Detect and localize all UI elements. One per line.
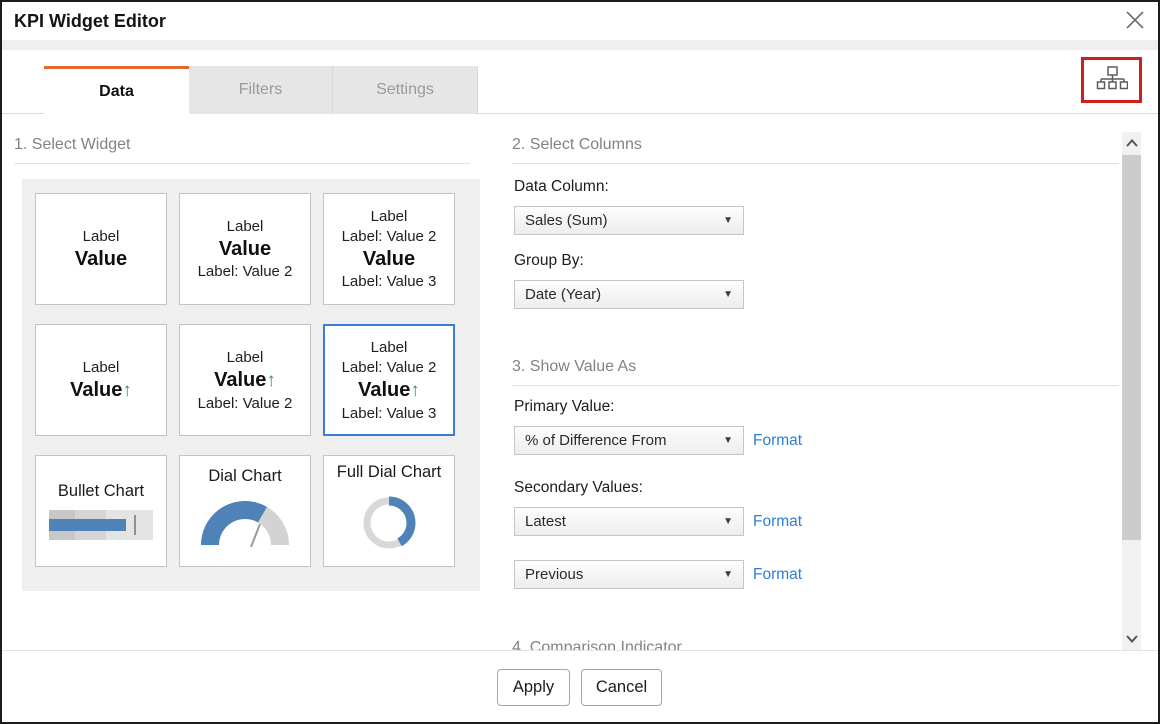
tile-label-value[interactable]: Label Value	[35, 193, 167, 305]
up-arrow-icon: ↑	[266, 370, 276, 391]
tile-label-value-2values[interactable]: Label Value Label: Value 2	[179, 193, 311, 305]
chevron-down-icon	[1126, 630, 1138, 648]
tile-label-value-indicator[interactable]: Label Value↑	[35, 324, 167, 436]
tile-bullet-chart[interactable]: Bullet Chart	[35, 455, 167, 567]
title-bar: KPI Widget Editor	[2, 2, 1158, 40]
tile-label-text: Label	[83, 228, 120, 245]
widget-tile-panel: Label Value Label Value Label: Value 2 L…	[22, 179, 480, 591]
tile-3values-indicator-selected[interactable]: Label Label: Value 2 Value↑ Label: Value…	[323, 324, 455, 436]
primary-value-dropdown[interactable]: % of Difference From ▼	[514, 426, 744, 455]
donut-gauge-icon	[357, 491, 421, 560]
tab-bar: Data Filters Settings	[2, 66, 1158, 114]
secondary-format-link-2[interactable]: Format	[753, 566, 802, 584]
select-columns-heading: 2. Select Columns	[512, 136, 1119, 164]
up-arrow-icon: ↑	[122, 380, 132, 401]
group-by-value: Date (Year)	[525, 286, 601, 303]
scrollbar-up-button[interactable]	[1122, 132, 1141, 154]
tile-chart-title: Full Dial Chart	[337, 463, 442, 482]
chevron-down-icon: ▼	[723, 435, 733, 446]
tile-sub-text: Label: Value 2	[342, 359, 437, 376]
tile-value-text: Value↑	[358, 379, 420, 402]
tile-label-text: Label	[83, 359, 120, 376]
tile-label-text: Label	[371, 208, 408, 225]
primary-value-label: Primary Value:	[514, 398, 615, 416]
comparison-indicator-heading-clipped: 4. Comparison Indicator	[512, 639, 1119, 650]
tab-data-label: Data	[99, 83, 134, 101]
hierarchy-button-highlighted[interactable]	[1081, 57, 1142, 103]
primary-value-value: % of Difference From	[525, 432, 666, 449]
secondary-value-2: Previous	[525, 566, 583, 583]
group-by-dropdown[interactable]: Date (Year) ▼	[514, 280, 744, 309]
bullet-chart-icon	[49, 510, 153, 540]
secondary-values-label: Secondary Values:	[514, 479, 643, 497]
tile-sub-text: Label: Value 3	[342, 273, 437, 290]
data-column-label: Data Column:	[514, 178, 609, 196]
scrollbar-down-button[interactable]	[1122, 628, 1141, 650]
tab-filters[interactable]: Filters	[189, 66, 333, 114]
chevron-down-icon: ▼	[723, 289, 733, 300]
dialog-title: KPI Widget Editor	[14, 11, 166, 32]
cancel-button[interactable]: Cancel	[581, 669, 662, 706]
chevron-down-icon: ▼	[723, 516, 733, 527]
primary-format-link[interactable]: Format	[753, 432, 802, 450]
tile-label-text: Label	[371, 339, 408, 356]
tile-label-value-3values[interactable]: Label Label: Value 2 Value Label: Value …	[323, 193, 455, 305]
tab-filters-label: Filters	[239, 81, 283, 99]
tile-value-text: Value↑	[70, 379, 132, 402]
secondary-value-1-dropdown[interactable]: Latest ▼	[514, 507, 744, 536]
up-arrow-icon: ↑	[410, 380, 420, 401]
scrollbar-thumb[interactable]	[1122, 155, 1141, 540]
tile-chart-title: Dial Chart	[208, 467, 281, 486]
kpi-widget-editor-dialog: KPI Widget Editor Data Filters Settings	[0, 0, 1160, 724]
data-column-dropdown[interactable]: Sales (Sum) ▼	[514, 206, 744, 235]
tile-value-text: Value	[219, 238, 271, 260]
group-by-label: Group By:	[514, 252, 584, 270]
chevron-down-icon: ▼	[723, 215, 733, 226]
tile-label-text: Label	[227, 349, 264, 366]
tab-settings[interactable]: Settings	[333, 66, 478, 114]
secondary-format-link-1[interactable]: Format	[753, 513, 802, 531]
apply-button[interactable]: Apply	[497, 669, 570, 706]
tile-dial-chart[interactable]: Dial Chart	[179, 455, 311, 567]
tile-value-text: Value	[363, 248, 415, 270]
vertical-scrollbar	[1122, 132, 1141, 650]
title-divider	[2, 40, 1158, 50]
tile-chart-title: Bullet Chart	[58, 482, 144, 501]
tile-full-dial-chart[interactable]: Full Dial Chart	[323, 455, 455, 567]
close-icon	[1124, 9, 1146, 36]
tile-sub-text: Label: Value 2	[342, 228, 437, 245]
dial-gauge-icon	[195, 495, 295, 555]
chevron-up-icon	[1126, 134, 1138, 152]
tile-value-text: Value↑	[214, 369, 276, 392]
close-button[interactable]	[1122, 9, 1148, 35]
sitemap-icon	[1096, 65, 1128, 96]
tab-data[interactable]: Data	[44, 66, 189, 115]
show-value-as-heading: 3. Show Value As	[512, 358, 1119, 386]
chevron-down-icon: ▼	[723, 569, 733, 580]
tab-settings-label: Settings	[376, 81, 434, 99]
secondary-value-2-dropdown[interactable]: Previous ▼	[514, 560, 744, 589]
secondary-value-1: Latest	[525, 513, 566, 530]
tile-sub-text: Label: Value 2	[198, 395, 293, 412]
footer: Apply Cancel	[2, 651, 1158, 722]
tile-sub-text: Label: Value 2	[198, 263, 293, 280]
select-widget-heading: 1. Select Widget	[14, 136, 470, 164]
tile-value-text: Value	[75, 248, 127, 270]
tile-sub-text: Label: Value 3	[342, 405, 437, 422]
tile-label-text: Label	[227, 218, 264, 235]
tile-2values-indicator[interactable]: Label Value↑ Label: Value 2	[179, 324, 311, 436]
data-column-value: Sales (Sum)	[525, 212, 608, 229]
